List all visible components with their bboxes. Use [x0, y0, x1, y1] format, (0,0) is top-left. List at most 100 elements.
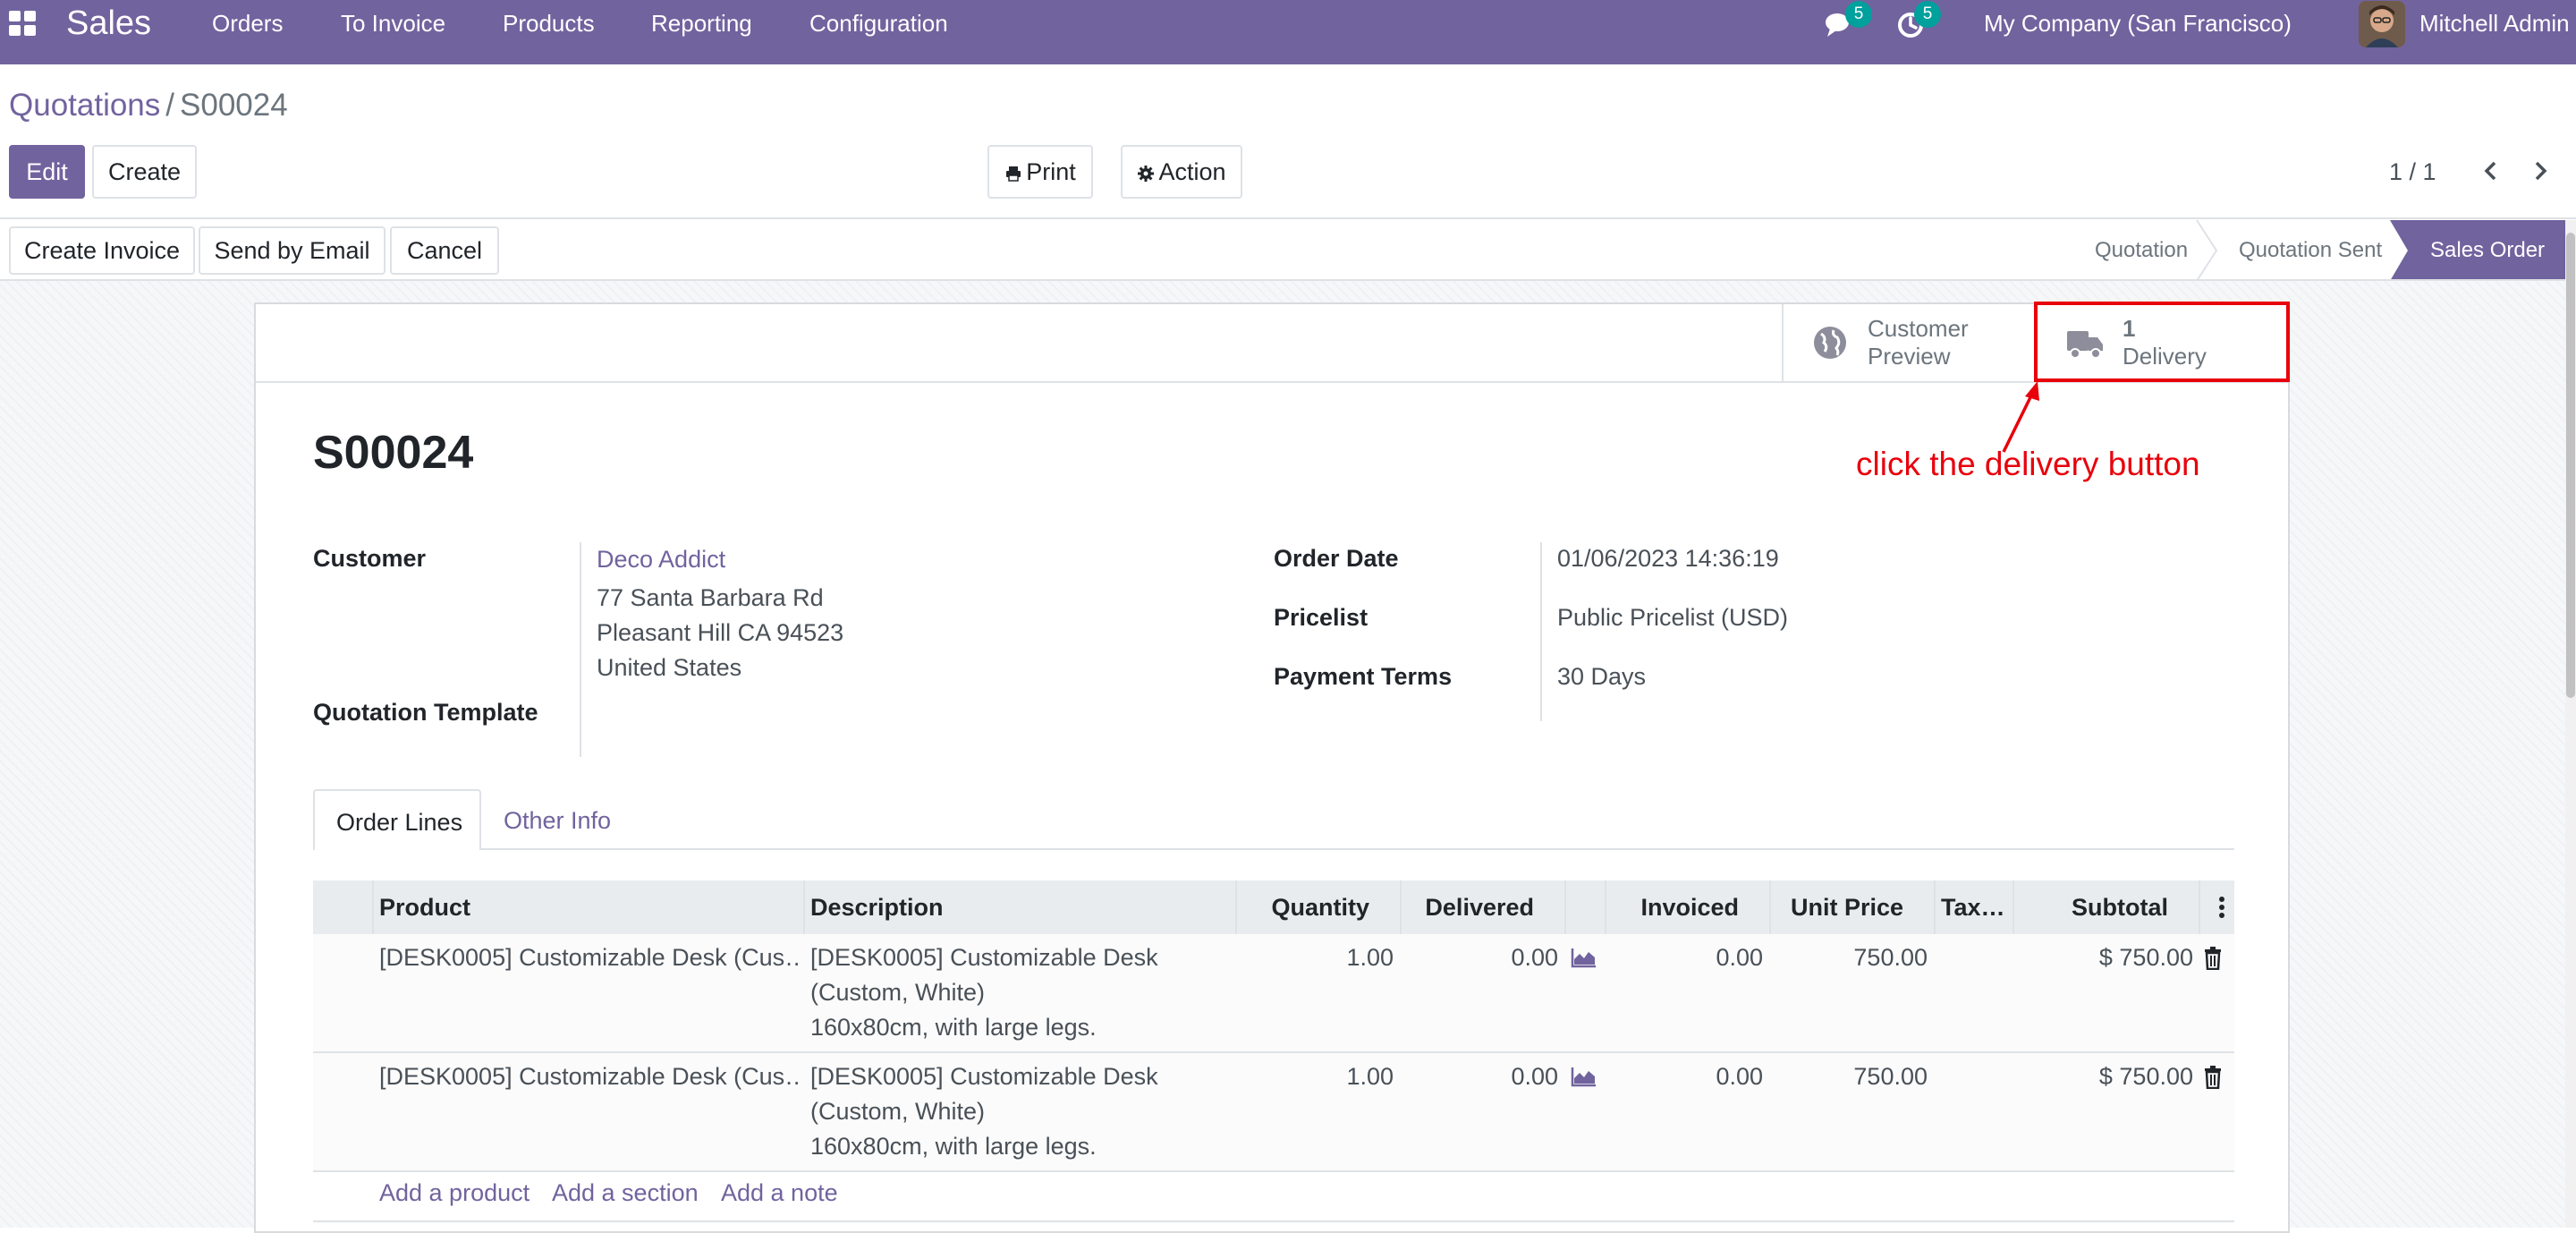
menu-configuration[interactable]: Configuration: [809, 0, 948, 47]
pager-value[interactable]: 1 / 1: [2389, 154, 2436, 190]
payment-terms-label: Payment Terms: [1274, 663, 1453, 690]
column-separator: [1934, 880, 1936, 934]
create-button[interactable]: Create: [92, 145, 197, 199]
create-invoice-button[interactable]: Create Invoice: [9, 226, 195, 275]
row-invoiced: 0.00: [1716, 1063, 1763, 1090]
trash-icon[interactable]: [2203, 1066, 2223, 1090]
row-product[interactable]: [DESK0005] Customizable Desk (Cus…: [379, 1059, 798, 1094]
tab-order-lines-label: Order Lines: [336, 809, 463, 836]
globe-icon: [1812, 325, 1848, 361]
column-header-subtotal[interactable]: Subtotal: [2012, 880, 2168, 934]
customer-preview-line2: Preview: [1868, 343, 1951, 370]
customer-preview-line1: Customer: [1868, 315, 1969, 342]
address-line-3: United States: [597, 654, 742, 681]
annotation-text: click the delivery button: [1856, 446, 2200, 482]
pager-next-icon[interactable]: [2527, 157, 2554, 184]
forecast-chart-icon[interactable]: [1571, 1066, 1597, 1087]
add-product-link[interactable]: Add a product: [379, 1179, 530, 1207]
order-date-value: 01/06/2023 14:36:19: [1557, 545, 1779, 572]
menu-reporting[interactable]: Reporting: [651, 0, 752, 47]
column-separator: [2199, 880, 2200, 934]
left-group-divider: [580, 542, 581, 757]
forecast-chart-icon[interactable]: [1571, 947, 1597, 968]
annotation-arrow: [2002, 381, 2039, 453]
row-description-line: [DESK0005] Customizable Desk: [810, 1063, 1158, 1090]
column-header-product[interactable]: Product: [379, 880, 791, 934]
stage-quotation[interactable]: Quotation: [2095, 220, 2188, 281]
print-button[interactable]: Print: [987, 145, 1093, 199]
row-invoiced: 0.00: [1716, 944, 1763, 971]
order-date-label: Order Date: [1274, 545, 1399, 572]
activities-badge: 5: [1914, 1, 1941, 28]
cancel-button[interactable]: Cancel: [390, 226, 499, 275]
tabs-baseline: [313, 848, 2234, 850]
user-name[interactable]: Mitchell Admin: [2419, 0, 2570, 47]
customer-link[interactable]: Deco Addict: [597, 546, 725, 574]
breadcrumb-quotations[interactable]: Quotations: [9, 88, 160, 123]
trash-icon[interactable]: [2203, 947, 2223, 971]
gear-icon: [1137, 149, 1155, 200]
address-line-2: Pleasant Hill CA 94523: [597, 619, 844, 646]
control-panel-divider: [0, 217, 2576, 219]
menu-to-invoice[interactable]: To Invoice: [341, 0, 445, 47]
pricelist-value: Public Pricelist (USD): [1557, 604, 1789, 631]
row-description-line: 160x80cm, with large legs.: [810, 1014, 1097, 1041]
menu-orders[interactable]: Orders: [212, 0, 283, 47]
tab-order-lines[interactable]: Order Lines: [313, 789, 481, 850]
action-label: Action: [1158, 158, 1226, 185]
column-separator: [803, 880, 805, 934]
add-section-link[interactable]: Add a section: [552, 1179, 699, 1207]
breadcrumb-separator: /: [165, 88, 175, 123]
column-header-description[interactable]: Description: [810, 880, 1222, 934]
stage-quotation-sent[interactable]: Quotation Sent: [2239, 220, 2382, 281]
menu-products[interactable]: Products: [503, 0, 595, 47]
record-title: S00024: [313, 427, 474, 479]
action-button[interactable]: Action: [1121, 145, 1242, 199]
quotation-template-label: Quotation Template: [313, 699, 538, 726]
print-label: Print: [1026, 158, 1076, 185]
column-header-delivered[interactable]: Delivered: [1400, 880, 1534, 934]
customer-label: Customer: [313, 545, 427, 572]
row-subtotal: $ 750.00: [2098, 944, 2193, 971]
row-unit-price: 750.00: [1853, 1063, 1928, 1090]
row-quantity: 1.00: [1346, 944, 1394, 971]
address-line-1: 77 Santa Barbara Rd: [597, 584, 824, 611]
row-delivered: 0.00: [1511, 1063, 1558, 1090]
tab-other-info[interactable]: Other Info: [504, 807, 611, 835]
column-header-taxes[interactable]: Tax…: [1941, 880, 2011, 934]
column-separator: [1564, 880, 1566, 934]
stage-sales-order[interactable]: Sales Order: [2430, 220, 2545, 281]
pager-previous-icon[interactable]: [2478, 157, 2504, 184]
row-quantity: 1.00: [1346, 1063, 1394, 1090]
column-header-unit-price[interactable]: Unit Price: [1769, 880, 1903, 934]
row-unit-price: 750.00: [1853, 944, 1928, 971]
column-header-invoiced[interactable]: Invoiced: [1605, 880, 1739, 934]
row-description-line: [DESK0005] Customizable Desk: [810, 944, 1158, 971]
right-group-divider: [1540, 542, 1542, 721]
form-statusbar: [0, 220, 2576, 281]
column-separator: [372, 880, 374, 934]
row-product[interactable]: [DESK0005] Customizable Desk (Cus…: [379, 940, 798, 975]
row-subtotal: $ 750.00: [2098, 1063, 2193, 1090]
user-avatar[interactable]: [2359, 1, 2405, 47]
row-description-line: (Custom, White): [810, 1098, 986, 1125]
stage-separator: [2196, 220, 2218, 281]
customer-preview-button[interactable]: Customer Preview: [1784, 304, 2036, 381]
print-icon: [1004, 149, 1022, 200]
pricelist-label: Pricelist: [1274, 604, 1368, 631]
company-switcher[interactable]: My Company (San Francisco): [1984, 0, 2292, 47]
button-box-divider: [256, 381, 2288, 383]
edit-button[interactable]: Edit: [9, 145, 85, 199]
messages-badge: 5: [1845, 1, 1872, 28]
payment-terms-value: 30 Days: [1557, 663, 1647, 690]
add-note-link[interactable]: Add a note: [721, 1179, 838, 1207]
app-name[interactable]: Sales: [66, 0, 151, 47]
optional-columns-icon[interactable]: [2215, 894, 2229, 921]
row-delivered: 0.00: [1511, 944, 1558, 971]
top-navbar: Sales Orders To Invoice Products Reporti…: [0, 0, 2576, 64]
annotation-highlight-box: [2034, 302, 2290, 382]
column-header-quantity[interactable]: Quantity: [1235, 880, 1369, 934]
send-by-email-button[interactable]: Send by Email: [199, 226, 386, 275]
scrollbar-thumb[interactable]: [2566, 233, 2575, 698]
app-menu-icon[interactable]: [7, 7, 39, 39]
